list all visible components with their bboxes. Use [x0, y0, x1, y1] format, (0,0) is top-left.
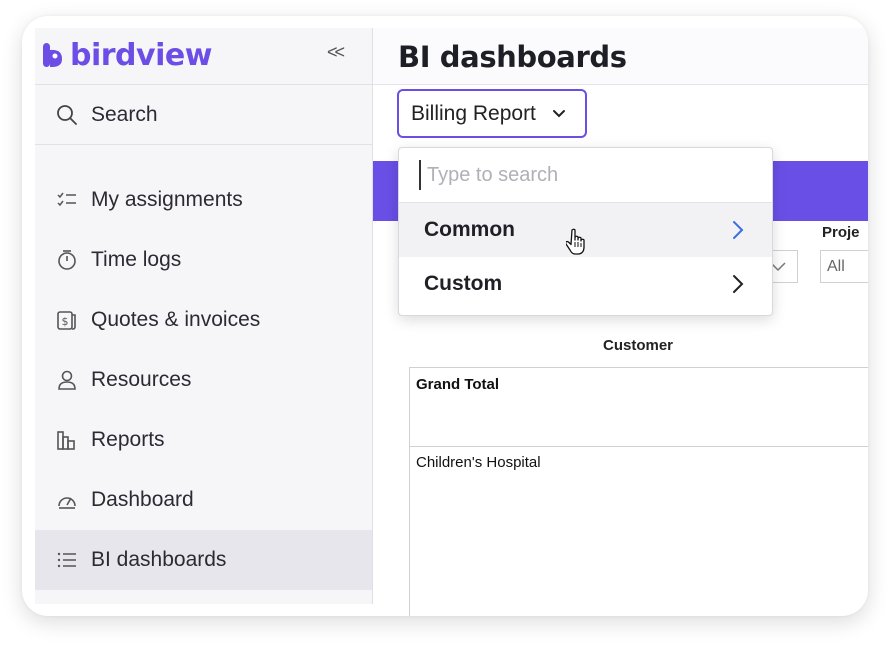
table-row-label: Children's Hospital [416, 454, 541, 471]
sidebar-item-label: Reports [91, 428, 165, 451]
gauge-icon [55, 488, 79, 512]
menu-item-custom[interactable]: Custom [399, 257, 772, 311]
report-select[interactable]: Billing Report [397, 89, 587, 138]
hand-cursor-icon [566, 228, 585, 255]
grand-total-label: Grand Total [416, 376, 500, 393]
list-icon [55, 548, 79, 572]
stopwatch-icon [55, 248, 79, 272]
pivot-table: Grand Total Children's Hospital [409, 367, 868, 616]
chevron-down-icon [552, 109, 565, 117]
sidebar-search[interactable]: Search [35, 85, 372, 145]
sidebar-item-label: BI dashboards [91, 548, 227, 571]
brand-name: birdview [70, 37, 212, 73]
sidebar-item-quotes-invoices[interactable]: $ Quotes & invoices [35, 290, 372, 350]
sidebar-item-resources[interactable]: Resources [35, 350, 372, 410]
chevron-right-icon [733, 221, 744, 239]
sidebar-item-label: Resources [91, 368, 192, 391]
person-icon [55, 368, 79, 392]
sidebar-item-dashboard[interactable]: Dashboard [35, 470, 372, 530]
dropdown-search [399, 148, 772, 203]
project-filter-label: Proje [822, 224, 860, 241]
search-label: Search [91, 102, 158, 126]
sidebar-item-label: Dashboard [91, 488, 194, 511]
logo-row: birdview << [35, 28, 372, 85]
brand-logo[interactable]: birdview [42, 37, 212, 73]
sidebar-item-label: Time logs [91, 248, 182, 271]
app-window: birdview << Search My assignments Time l… [22, 16, 868, 616]
menu-item-label: Custom [424, 272, 503, 295]
page-title: BI dashboards [398, 40, 627, 74]
customer-column-header: Customer [603, 337, 674, 354]
sidebar-item-bi-dashboards[interactable]: BI dashboards [35, 530, 372, 590]
page-header: BI dashboards [373, 28, 868, 85]
birdview-logo-icon [43, 43, 62, 67]
chevron-right-icon [733, 275, 744, 293]
project-filter-select[interactable]: All [820, 250, 868, 283]
checklist-icon [55, 188, 79, 212]
sidebar: birdview << Search My assignments Time l… [35, 28, 373, 604]
invoice-icon: $ [55, 308, 79, 332]
table-row: Grand Total [410, 368, 868, 447]
sidebar-item-my-assignments[interactable]: My assignments [35, 170, 372, 230]
svg-text:$: $ [62, 315, 69, 328]
bar-chart-icon [55, 428, 79, 452]
search-icon [57, 104, 77, 125]
report-select-value: Billing Report [411, 101, 536, 125]
menu-item-label: Common [424, 218, 515, 241]
sidebar-item-label: My assignments [91, 188, 243, 211]
sidebar-item-reports[interactable]: Reports [35, 410, 372, 470]
dropdown-search-input[interactable] [419, 160, 757, 190]
sidebar-item-time-logs[interactable]: Time logs [35, 230, 372, 290]
main-content: BI dashboards Billing Report Proje All C… [373, 28, 868, 616]
collapse-sidebar-button[interactable]: << [327, 42, 345, 63]
sidebar-item-label: Quotes & invoices [91, 308, 261, 331]
sidebar-nav: My assignments Time logs $ Quotes & invo… [35, 170, 372, 590]
